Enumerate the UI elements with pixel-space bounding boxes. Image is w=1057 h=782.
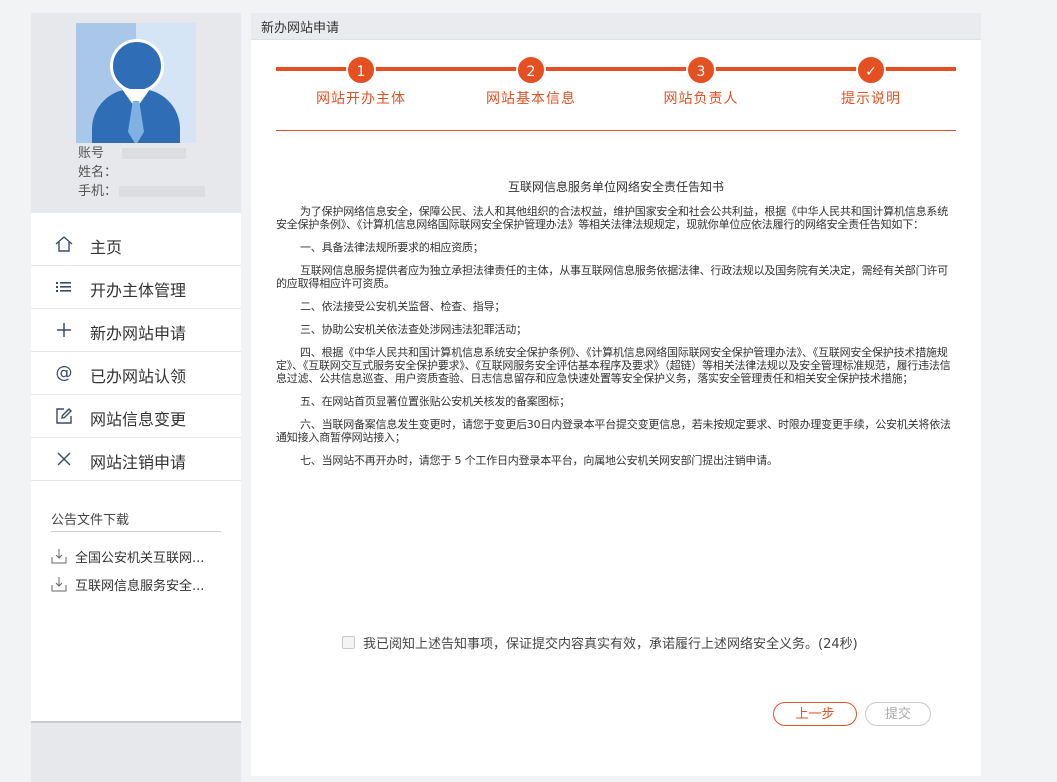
notice-paragraph: 三、协助公安机关依法查处涉网违法犯罪活动； bbox=[300, 323, 527, 336]
notice-paragraph: 一、具备法律法规所要求的相应资质； bbox=[300, 241, 484, 254]
download-link-label: 互联网信息服务安全... bbox=[75, 579, 205, 594]
sidebar-footer bbox=[31, 721, 241, 782]
sidebar-item-home[interactable]: 主页 bbox=[31, 223, 241, 266]
sidebar-item-label: 开办主体管理 bbox=[90, 281, 187, 300]
list-icon bbox=[53, 276, 75, 298]
panel-header: 新办网站申请 bbox=[251, 13, 981, 40]
plus-icon bbox=[53, 319, 75, 341]
notice-body: 为了保护网络信息安全，保障公民、法人和其他组织的合法权益，维护国家安全和社会公共… bbox=[276, 205, 956, 477]
sidebar-item-label: 网站注销申请 bbox=[90, 453, 187, 472]
step-progress-bar bbox=[276, 67, 956, 71]
previous-step-button[interactable]: 上一步 bbox=[773, 702, 857, 726]
notice-paragraph: 二、依法接受公安机关监督、检查、指导； bbox=[300, 300, 506, 313]
main-panel: 新办网站申请 1 2 3 ✓ 网站开办主体 网站基本信息 网站负责人 提示说明 … bbox=[251, 13, 981, 776]
home-icon bbox=[53, 233, 75, 255]
sidebar-menu: 主页 开办主体管理 新办网站申请 @ 已办网站认领 网站信息变更 网站注销申请 bbox=[31, 223, 241, 481]
sidebar-item-entity-management[interactable]: 开办主体管理 bbox=[31, 266, 241, 309]
notice-paragraph: 为了保护网络信息安全，保障公民、法人和其他组织的合法权益，维护国家安全和社会公共… bbox=[276, 205, 948, 231]
submit-button[interactable]: 提交 bbox=[865, 702, 931, 726]
notice-paragraph: 四、根据《中华人民共和国计算机信息系统安全保护条例》、《计算机信息网络国际联网安… bbox=[276, 346, 951, 385]
step-4-label: 提示说明 bbox=[841, 91, 901, 107]
sidebar-item-cancel-website[interactable]: 网站注销申请 bbox=[31, 438, 241, 481]
divider bbox=[51, 531, 221, 532]
notice-paragraph: 六、当联网备案信息发生变更时，请您于变更后30日内登录本平台提交变更信息，若未按… bbox=[276, 418, 951, 444]
step-3-label: 网站负责人 bbox=[663, 91, 739, 107]
sidebar-item-label: 网站信息变更 bbox=[90, 410, 187, 429]
account-label: 账号 bbox=[78, 146, 105, 161]
agreement-row: 我已阅知上述告知事项，保证提交内容真实有效，承诺履行上述网络安全义务。(24秒) bbox=[342, 633, 858, 652]
avatar bbox=[76, 23, 196, 143]
at-icon: @ bbox=[55, 363, 73, 383]
sidebar-item-label: 新办网站申请 bbox=[90, 324, 187, 343]
download-link[interactable]: 全国公安机关互联网... bbox=[51, 547, 231, 567]
step-2-circle: 2 bbox=[516, 55, 546, 85]
notice-title: 互联网信息服务单位网络安全责任告知书 bbox=[507, 180, 724, 194]
notice-paragraph: 五、在网站首页显著位置张贴公安机关核发的备案图标； bbox=[300, 395, 570, 408]
download-link-label: 全国公安机关互联网... bbox=[75, 551, 205, 566]
user-profile-panel: 账号 姓名： 手机： bbox=[31, 13, 241, 213]
sidebar: 账号 姓名： 手机： 主页 开办主体管理 新办网站申请 @ 已办网站认领 网站信… bbox=[31, 13, 241, 782]
divider bbox=[276, 130, 956, 131]
phone-value-masked bbox=[119, 186, 206, 197]
account-row: 账号 bbox=[78, 144, 187, 163]
sidebar-item-label: 已办网站认领 bbox=[90, 367, 187, 386]
downloads-title: 公告文件下载 bbox=[51, 513, 130, 528]
download-link[interactable]: 互联网信息服务安全... bbox=[51, 575, 231, 595]
download-icon bbox=[51, 548, 67, 564]
phone-row: 手机： bbox=[78, 182, 206, 201]
download-icon bbox=[51, 576, 67, 592]
sidebar-item-label: 主页 bbox=[90, 238, 123, 257]
name-label: 姓名： bbox=[78, 165, 118, 180]
sidebar-item-new-website[interactable]: 新办网站申请 bbox=[31, 309, 241, 352]
notice-paragraph: 七、当网站不再开办时，请您于 5 个工作日内登录本平台，向属地公安机关网安部门提… bbox=[300, 454, 778, 467]
page-title: 新办网站申请 bbox=[261, 21, 340, 36]
agreement-label: 我已阅知上述告知事项，保证提交内容真实有效，承诺履行上述网络安全义务。(24秒) bbox=[363, 637, 858, 652]
close-icon bbox=[53, 448, 75, 470]
name-row: 姓名： bbox=[78, 163, 117, 182]
edit-icon bbox=[53, 405, 75, 427]
step-4-check-icon: ✓ bbox=[856, 55, 886, 85]
notice-paragraph: 互联网信息服务提供者应为独立承担法律责任的主体，从事互联网信息服务依据法律、行政… bbox=[276, 264, 948, 290]
step-3-circle: 3 bbox=[686, 55, 716, 85]
step-1-circle: 1 bbox=[346, 55, 376, 85]
sidebar-item-claim-website[interactable]: @ 已办网站认领 bbox=[31, 352, 241, 395]
sidebar-item-change-info[interactable]: 网站信息变更 bbox=[31, 395, 241, 438]
phone-label: 手机： bbox=[78, 184, 118, 199]
step-1-label: 网站开办主体 bbox=[316, 91, 406, 107]
agreement-checkbox[interactable] bbox=[342, 636, 355, 649]
account-value-masked bbox=[122, 148, 187, 159]
step-2-label: 网站基本信息 bbox=[486, 91, 576, 107]
